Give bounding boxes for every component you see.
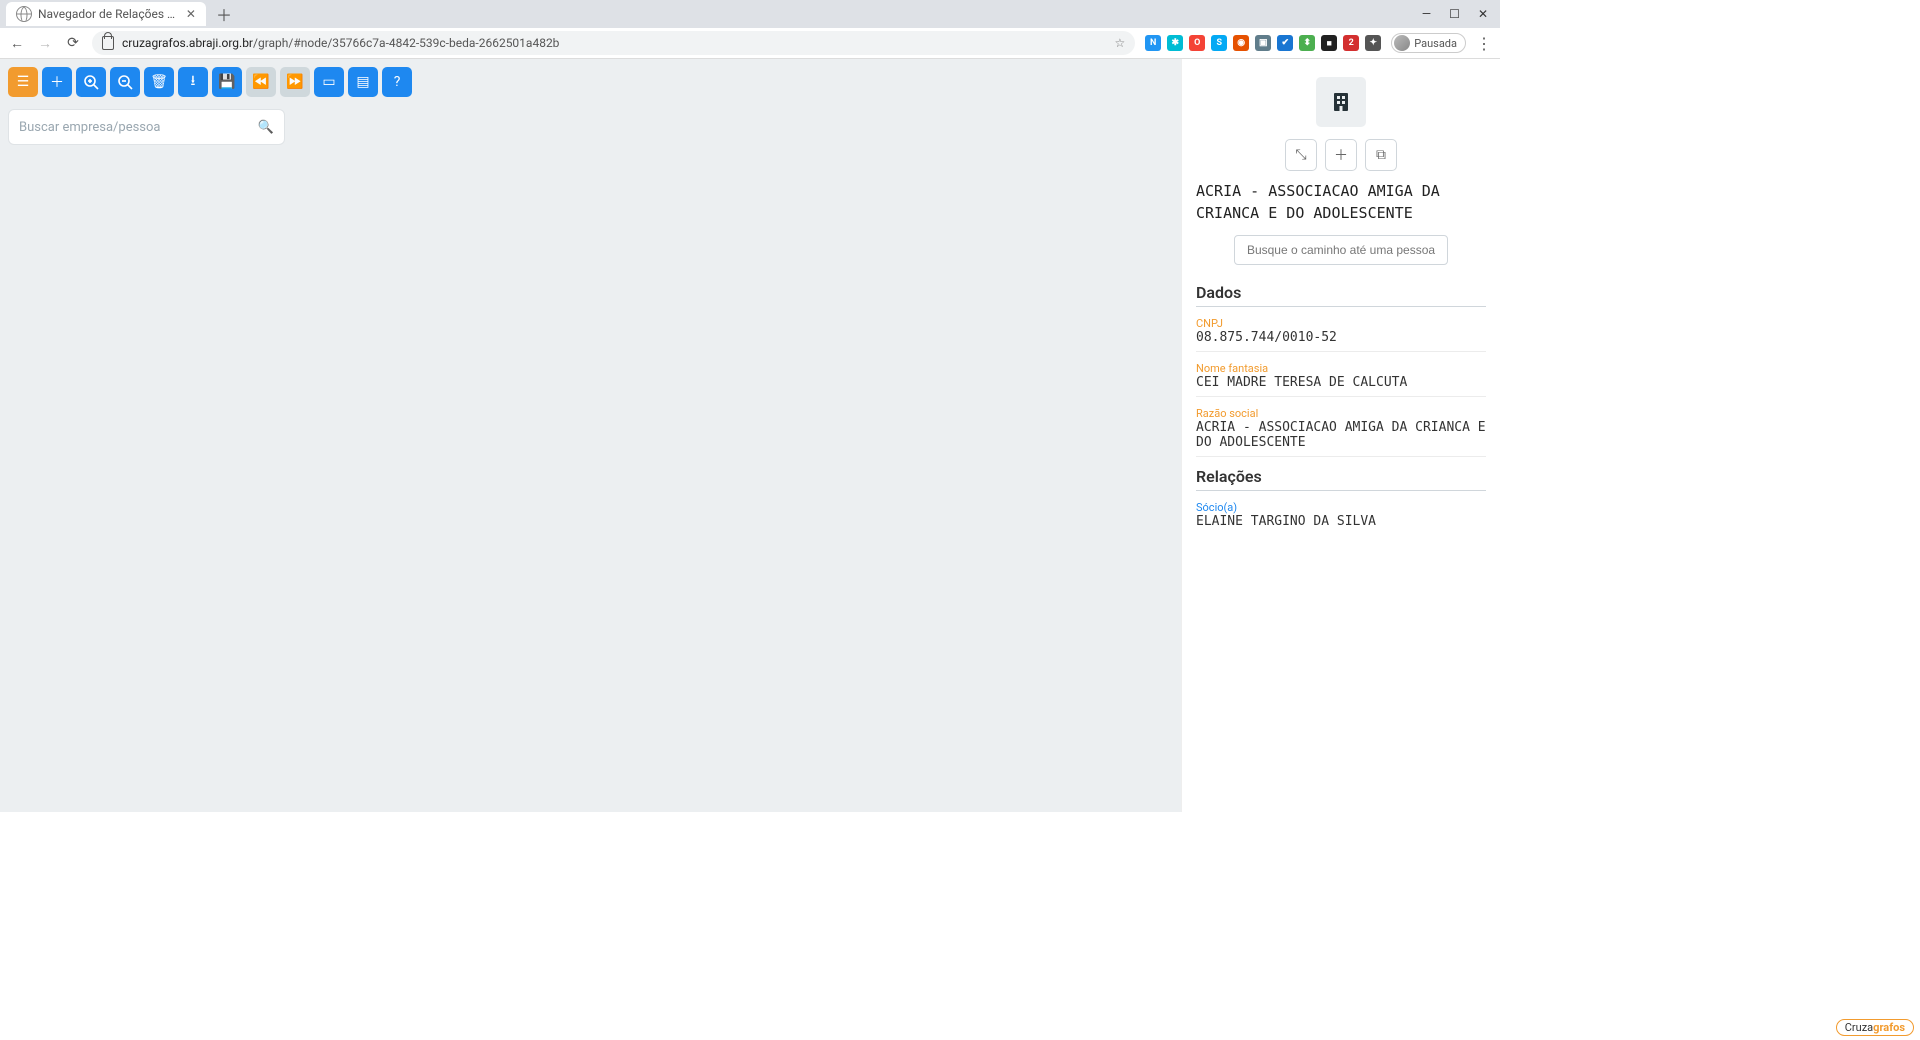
new-tab-button[interactable]: ＋ <box>212 2 236 26</box>
back-icon[interactable]: ← <box>8 35 26 52</box>
browser-menu-icon[interactable]: ⋮ <box>1476 34 1492 53</box>
entity-type-icon <box>1316 77 1366 127</box>
close-tab-icon[interactable]: ✕ <box>184 7 196 21</box>
reload-icon[interactable]: ⟳ <box>64 35 82 51</box>
extensions-menu-icon[interactable]: ✦ <box>1365 35 1381 51</box>
cnpj-label: CNPJ <box>1196 317 1486 330</box>
section-header-data: Dados <box>1196 283 1486 307</box>
bookmark-star-icon[interactable]: ☆ <box>1114 36 1125 50</box>
extensions-tray: N ✱ O S ◉ ▣ ✔ ⬍ ■ 2 ✦ <box>1145 35 1381 51</box>
extension-icon[interactable]: ✱ <box>1167 35 1183 51</box>
details-panel: ⤡ ＋ ⧉ ACRIA - ASSOCIACAO AMIGA DA CRIANC… <box>1181 59 1500 812</box>
tab-title: Navegador de Relações | CruzaG <box>38 7 178 21</box>
list-button[interactable]: ▤ <box>348 67 378 97</box>
extension-icon[interactable]: 2 <box>1343 35 1359 51</box>
address-bar[interactable]: cruzagrafos.abraji.org.br/graph/#node/35… <box>92 31 1135 55</box>
extension-icon[interactable]: ▣ <box>1255 35 1271 51</box>
maximize-window-icon[interactable]: ☐ <box>1449 7 1460 21</box>
extension-icon[interactable]: ✔ <box>1277 35 1293 51</box>
brand-badge[interactable]: Cruzagrafos <box>1836 1019 1914 1036</box>
extension-icon[interactable]: ■ <box>1321 35 1337 51</box>
help-button[interactable]: ? <box>382 67 412 97</box>
profile-chip[interactable]: Pausada <box>1391 33 1466 53</box>
collapse-node-button[interactable]: ⤡ <box>1285 139 1317 171</box>
fit-view-button[interactable]: ▭ <box>314 67 344 97</box>
browser-tab[interactable]: Navegador de Relações | CruzaG ✕ <box>6 2 206 26</box>
relation-value[interactable]: ELAINE TARGINO DA SILVA <box>1196 514 1486 529</box>
fantasia-label: Nome fantasia <box>1196 362 1486 375</box>
section-header-relations: Relações <box>1196 467 1486 491</box>
extension-icon[interactable]: O <box>1189 35 1205 51</box>
forward-icon: → <box>36 35 54 52</box>
extension-icon[interactable]: ◉ <box>1233 35 1249 51</box>
minimize-window-icon[interactable]: — <box>1422 7 1431 21</box>
lock-icon <box>102 36 114 50</box>
browser-toolbar: ← → ⟳ cruzagrafos.abraji.org.br/graph/#n… <box>0 28 1500 59</box>
copy-node-button[interactable]: ⧉ <box>1365 139 1397 171</box>
razao-value: ACRIA - ASSOCIACAO AMIGA DA CRIANCA E DO… <box>1196 420 1486 450</box>
browser-tabstrip: Navegador de Relações | CruzaG ✕ ＋ — ☐ ✕ <box>0 0 1500 28</box>
expand-node-button[interactable]: ＋ <box>1325 139 1357 171</box>
extension-icon[interactable]: N <box>1145 35 1161 51</box>
graph-svg: Sócio(a) ELAINE TARGINO DA SILVA <box>0 59 300 209</box>
graph-canvas[interactable]: ☰ ＋ 🗑 ⭳ 💾 ⏪ ⏩ ▭ ▤ ? Buscar empresa/pesso… <box>0 59 1181 812</box>
close-window-icon[interactable]: ✕ <box>1478 7 1488 21</box>
razao-label: Razão social <box>1196 407 1486 420</box>
entity-title: ACRIA - ASSOCIACAO AMIGA DA CRIANCA E DO… <box>1196 181 1486 225</box>
extension-icon[interactable]: ⬍ <box>1299 35 1315 51</box>
url-text: cruzagrafos.abraji.org.br/graph/#node/35… <box>122 36 559 50</box>
extension-icon[interactable]: S <box>1211 35 1227 51</box>
avatar-icon <box>1394 35 1410 51</box>
globe-icon <box>16 6 32 22</box>
cnpj-value: 08.875.744/0010-52 <box>1196 330 1486 345</box>
find-path-button[interactable]: Busque o caminho até uma pessoa <box>1234 235 1448 265</box>
relation-type-label: Sócio(a) <box>1196 501 1486 514</box>
fantasia-value: CEI MADRE TERESA DE CALCUTA <box>1196 375 1486 390</box>
